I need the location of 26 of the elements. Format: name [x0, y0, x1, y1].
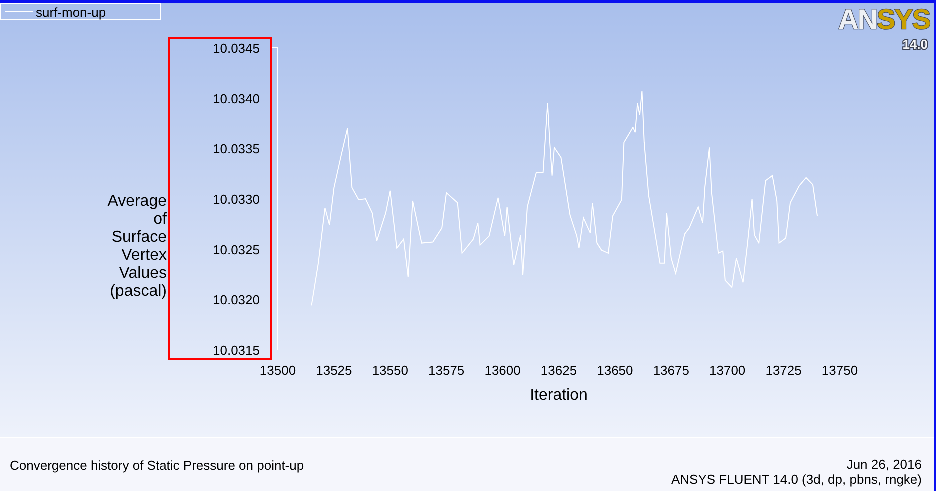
y-tick-label: 10.0335 — [213, 142, 260, 157]
plot-description: Convergence history of Static Pressure on point-up — [10, 458, 304, 473]
x-axis-label: Iteration — [530, 387, 588, 404]
y-axis-label: Average of Surface Vertex Values (pascal) — [108, 193, 167, 300]
date-text: Jun 26, 2016 — [846, 457, 922, 472]
x-tick-label: 13675 — [653, 363, 690, 378]
y-tick-label: 10.0345 — [213, 41, 260, 56]
x-tick-label: 13700 — [710, 363, 746, 378]
y-tick-label: 10.0340 — [213, 91, 260, 106]
x-tick-label: 13600 — [484, 363, 521, 378]
legend-label: surf-mon-up — [36, 5, 106, 20]
x-tick-label: 13625 — [540, 363, 578, 378]
x-tick-label: 13500 — [260, 363, 296, 378]
logo: ANSYS — [838, 4, 930, 35]
x-tick-label: 13725 — [766, 363, 802, 378]
y-tick-label: 10.0315 — [213, 343, 260, 358]
x-tick-label: 13575 — [428, 363, 465, 378]
y-tick-label: 10.0330 — [213, 192, 260, 207]
solver-info: ANSYS FLUENT 14.0 (3d, dp, pbns, rngke) — [672, 472, 922, 487]
y-tick-label: 10.0325 — [213, 242, 260, 258]
y-tick-label: 10.0320 — [213, 292, 260, 308]
x-tick-label: 13750 — [822, 363, 858, 378]
x-tick-label: 13550 — [372, 363, 408, 378]
x-tick-label: 13650 — [597, 363, 634, 378]
x-tick-label: 13525 — [316, 363, 352, 378]
logo-version: 14.0 — [902, 37, 928, 52]
